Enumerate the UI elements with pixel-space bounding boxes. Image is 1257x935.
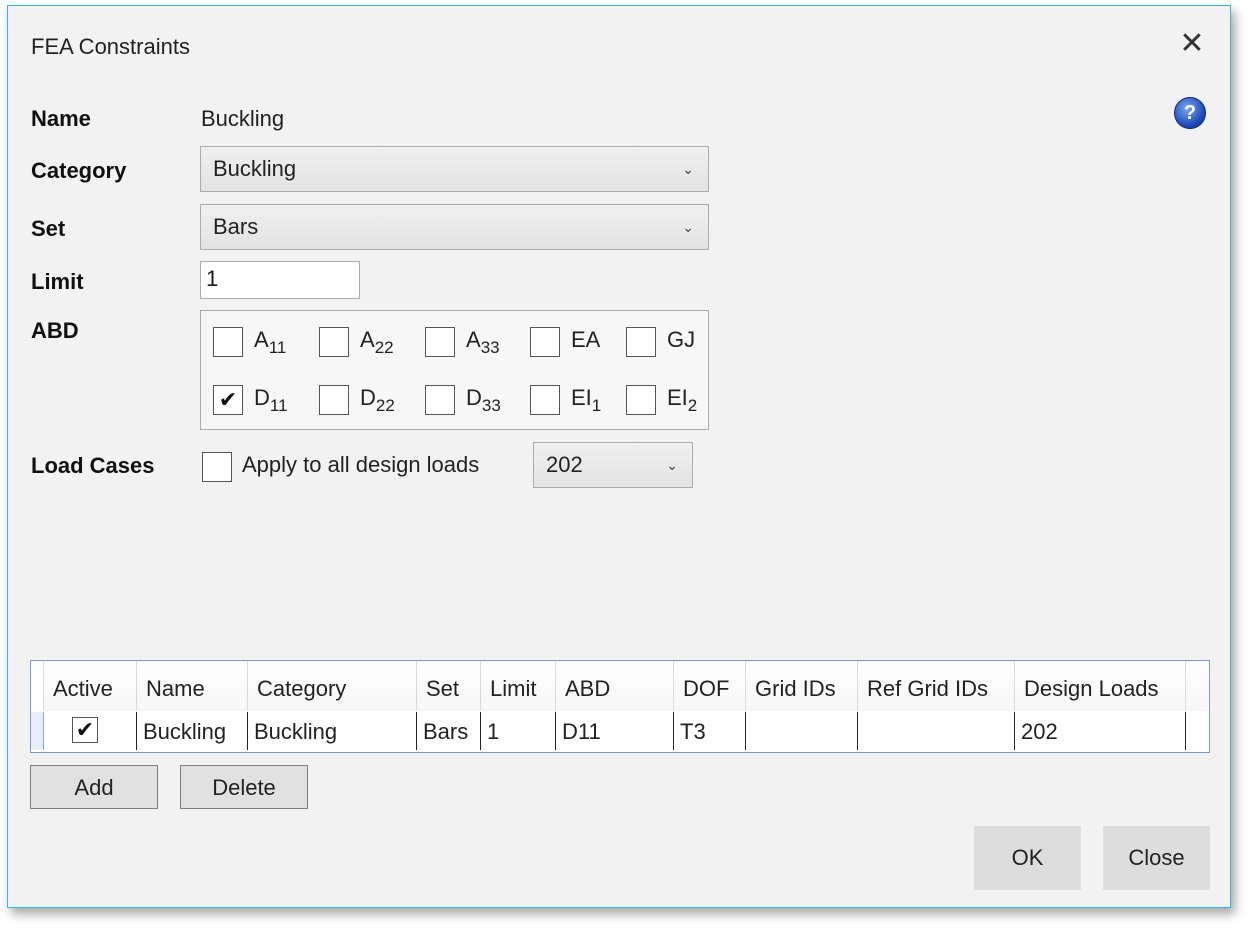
abd-label-subscript: 11: [268, 338, 287, 357]
table-cell-active[interactable]: ✔: [44, 712, 137, 750]
abd-checkbox-d22[interactable]: [319, 385, 349, 415]
close-button[interactable]: Close: [1103, 826, 1210, 890]
name-value: Buckling: [201, 106, 285, 131]
abd-checkbox-ea[interactable]: [530, 327, 560, 357]
abd-label-a33: A33: [466, 327, 500, 356]
constraints-table[interactable]: Active Name Category Set Limit ABD DOF Grid IDs…: [30, 660, 1210, 753]
abd-label-base: GJ: [667, 327, 696, 352]
abd-label-base: EA: [571, 327, 601, 352]
abd-label-d11: D11: [254, 385, 288, 414]
abd-label-base: A: [360, 327, 375, 352]
category-label: Category: [31, 158, 127, 183]
delete-button[interactable]: Delete: [180, 765, 308, 809]
table-cell-dof[interactable]: T3: [674, 712, 746, 750]
table-cell-name[interactable]: Buckling: [137, 712, 248, 750]
name-label: Name: [31, 106, 91, 131]
ok-button[interactable]: OK: [974, 826, 1081, 890]
table-cell-limit[interactable]: 1: [481, 712, 556, 750]
abd-label-subscript: 33: [480, 338, 500, 357]
table-header-active[interactable]: Active: [44, 661, 137, 711]
limit-label: Limit: [31, 269, 84, 294]
table-header-filler: [1186, 661, 1209, 711]
abd-label-base: D: [254, 385, 270, 410]
abd-label-subscript: 33: [481, 396, 501, 415]
abd-label-base: D: [360, 385, 376, 410]
table-cell-design-loads[interactable]: 202: [1015, 712, 1186, 750]
abd-label-d33: D33: [466, 385, 501, 414]
set-label: Set: [31, 216, 66, 241]
table-cell-grid-ids[interactable]: [746, 712, 858, 750]
abd-label-base: A: [466, 327, 481, 352]
abd-label-ei2: EI2: [667, 385, 697, 414]
add-button[interactable]: Add: [30, 765, 158, 809]
abd-checkbox-d11[interactable]: ✔: [213, 385, 243, 415]
category-dropdown[interactable]: Buckling ⌄: [200, 146, 709, 192]
abd-label-subscript: 22: [374, 338, 394, 357]
abd-label-subscript: 11: [269, 396, 288, 415]
abd-label-a11: A11: [254, 327, 286, 356]
abd-label-base: EI: [571, 385, 592, 410]
table-header-design-loads[interactable]: Design Loads: [1015, 661, 1186, 711]
abd-label-base: EI: [667, 385, 688, 410]
close-icon[interactable]: ✕: [1176, 28, 1208, 60]
abd-label-subscript: 1: [591, 396, 602, 415]
row-active-checkbox[interactable]: ✔: [72, 717, 98, 743]
abd-label-subscript: 22: [375, 396, 395, 415]
table-header-limit[interactable]: Limit: [481, 661, 556, 711]
table-header-dof[interactable]: DOF: [674, 661, 746, 711]
category-dropdown-value: Buckling: [213, 156, 297, 181]
abd-label-base: D: [466, 385, 482, 410]
abd-label-subscript: 2: [687, 396, 698, 415]
table-header-name[interactable]: Name: [137, 661, 248, 711]
row-selector[interactable]: [31, 712, 44, 750]
table-header-set[interactable]: Set: [417, 661, 481, 711]
abd-label-ea: EA: [571, 327, 600, 353]
abd-label-d22: D22: [360, 385, 395, 414]
table-cell-category[interactable]: Buckling: [248, 712, 417, 750]
apply-all-label: Apply to all design loads: [242, 452, 480, 477]
table-header-abd[interactable]: ABD: [556, 661, 674, 711]
chevron-down-icon: ⌄: [682, 161, 694, 177]
fea-constraints-dialog: FEA Constraints ✕ ? Name Buckling Catego…: [7, 5, 1231, 908]
load-case-dropdown[interactable]: 202 ⌄: [533, 442, 693, 488]
table-cell-ref-grid-ids[interactable]: [858, 712, 1015, 750]
dialog-title: FEA Constraints: [31, 34, 190, 59]
abd-checkbox-a11[interactable]: [213, 327, 243, 357]
abd-checkbox-gj[interactable]: [626, 327, 656, 357]
set-dropdown-value: Bars: [213, 214, 259, 239]
abd-checkbox-group: A11 A22 A33 EA GJ ✔ D11 D22 D33 EI1 EI2: [200, 310, 709, 430]
table-header-corner: [31, 661, 44, 711]
abd-label-gj: GJ: [667, 327, 695, 353]
abd-checkbox-d33[interactable]: [425, 385, 455, 415]
abd-label: ABD: [31, 318, 79, 343]
chevron-down-icon: ⌄: [682, 219, 694, 235]
chevron-down-icon: ⌄: [666, 457, 678, 473]
table-cell-abd[interactable]: D11: [556, 712, 674, 750]
limit-input[interactable]: 1: [200, 261, 360, 299]
apply-all-checkbox[interactable]: [202, 452, 232, 482]
table-header-ref-grid-ids[interactable]: Ref Grid IDs: [858, 661, 1015, 711]
table-cell-set[interactable]: Bars: [417, 712, 481, 750]
help-icon[interactable]: ?: [1174, 97, 1206, 129]
abd-checkbox-a22[interactable]: [319, 327, 349, 357]
abd-label-ei1: EI1: [571, 385, 601, 414]
table-header-category[interactable]: Category: [248, 661, 417, 711]
abd-checkbox-ei1[interactable]: [530, 385, 560, 415]
load-case-dropdown-value: 202: [546, 452, 583, 477]
set-dropdown[interactable]: Bars ⌄: [200, 204, 709, 250]
abd-label-base: A: [254, 327, 269, 352]
abd-label-a22: A22: [360, 327, 394, 356]
load-cases-label: Load Cases: [31, 453, 155, 478]
abd-checkbox-a33[interactable]: [425, 327, 455, 357]
abd-checkbox-ei2[interactable]: [626, 385, 656, 415]
table-header-grid-ids[interactable]: Grid IDs: [746, 661, 858, 711]
